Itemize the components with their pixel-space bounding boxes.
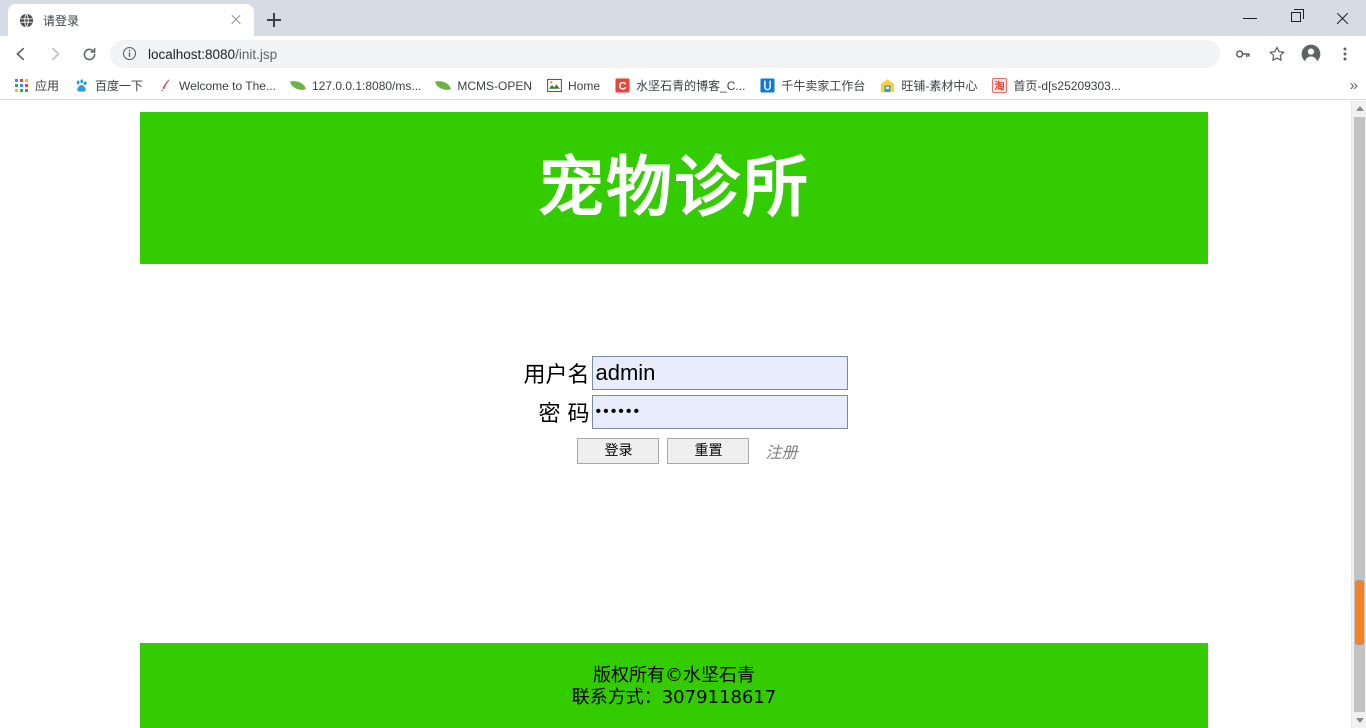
bookmark-welcome-to-the[interactable]: Welcome to The... [150, 75, 283, 97]
globe-icon [18, 12, 34, 28]
url-path: /init.jsp [235, 46, 278, 62]
register-link[interactable]: 注册 [765, 439, 797, 463]
three-dot-menu-icon[interactable] [1328, 37, 1362, 71]
page-viewport: 宠物诊所 用户名 密 码 登录 重置 注册 版权所有©水坚石青 [0, 101, 1366, 728]
baidu-paw-icon [73, 78, 89, 94]
bookmark-label: 水坚石青的博客_C... [636, 79, 746, 93]
site-footer: 版权所有©水坚石青 联系方式：3079118617 [140, 643, 1208, 728]
bookmark-csdn-blog[interactable]: C 水坚石青的博客_C... [607, 75, 752, 97]
bookmark-label: MCMS-OPEN [457, 78, 533, 93]
browser-tab[interactable]: 请登录 [8, 4, 254, 36]
url-text: localhost:8080/init.jsp [148, 47, 277, 62]
wangpu-icon [879, 78, 895, 94]
bookmark-mcms-open[interactable]: MCMS-OPEN [428, 75, 539, 97]
url-host: localhost:8080 [148, 46, 236, 62]
bookmark-label: 旺铺-素材中心 [901, 79, 978, 93]
apache-feather-icon [157, 78, 173, 94]
page-title: 宠物诊所 [538, 149, 810, 226]
close-icon[interactable] [228, 12, 244, 28]
username-input[interactable] [591, 356, 848, 390]
bookmark-label: 千牛卖家工作台 [781, 79, 866, 93]
bookmark-label: 应用 [35, 79, 60, 93]
close-icon[interactable] [1320, 0, 1366, 36]
bookmark-home[interactable]: Home [539, 75, 607, 97]
password-label: 密 码 [538, 402, 590, 427]
reset-button[interactable]: 重置 [667, 438, 750, 464]
tab-title: 请登录 [43, 13, 80, 28]
bookmark-apps[interactable]: 应用 [6, 75, 66, 97]
bookmarks-bar: 应用 百度一下 Welcome to The... 127.0.0.1:8080… [0, 72, 1366, 100]
toolbar-actions [1226, 37, 1362, 71]
password-input[interactable] [591, 395, 848, 429]
svg-text:C: C [618, 81, 626, 93]
form-actions: 登录 重置 注册 [577, 438, 798, 464]
apps-grid-icon [13, 78, 29, 94]
scroll-down-arrow-icon[interactable] [1352, 713, 1366, 728]
bookmark-label: 127.0.0.1:8080/ms... [311, 78, 422, 93]
login-form: 用户名 密 码 登录 重置 注册 [0, 356, 1351, 464]
address-bar[interactable]: localhost:8080/init.jsp [110, 40, 1220, 68]
key-icon[interactable] [1226, 37, 1260, 71]
site-banner: 宠物诊所 [140, 112, 1208, 264]
page-content: 宠物诊所 用户名 密 码 登录 重置 注册 版权所有©水坚石青 [0, 101, 1351, 728]
star-icon[interactable] [1260, 37, 1294, 71]
bookmark-127-0-0-1[interactable]: 127.0.0.1:8080/ms... [283, 75, 428, 97]
new-tab-button[interactable] [260, 6, 288, 34]
avatar-icon[interactable] [1294, 37, 1328, 71]
browser-toolbar: localhost:8080/init.jsp [0, 36, 1366, 72]
footer-copyright: 版权所有©水坚石青 [593, 665, 755, 686]
window-controls [1228, 0, 1366, 36]
scrollbar-track[interactable] [1354, 117, 1365, 712]
bookmark-qianniu[interactable]: 千牛卖家工作台 [752, 75, 872, 97]
forward-arrow-icon[interactable] [38, 37, 72, 71]
spring-leaf-icon [289, 78, 306, 94]
scrollbar-thumb[interactable] [1355, 580, 1364, 645]
bookmark-wangpu[interactable]: 旺铺-素材中心 [872, 75, 984, 97]
scroll-up-arrow-icon[interactable] [1352, 101, 1366, 116]
browser-window: 请登录 localhost:8080/init.jsp 应用 百度一下 Welc… [0, 0, 1366, 728]
spring-leaf-icon [435, 78, 452, 94]
svg-text:淘: 淘 [994, 79, 1004, 92]
info-circle-icon[interactable] [122, 46, 138, 62]
minimize-icon[interactable] [1228, 0, 1274, 36]
footer-contact: 联系方式：3079118617 [571, 687, 777, 708]
qianniu-icon [759, 78, 775, 94]
back-arrow-icon[interactable] [4, 37, 38, 71]
taobao-icon: 淘 [991, 78, 1007, 94]
page-scrollbar[interactable] [1351, 101, 1366, 728]
bookmark-label: 首页-d[s25209303... [1013, 79, 1121, 93]
username-row: 用户名 [504, 356, 848, 390]
maximize-icon[interactable] [1274, 0, 1320, 36]
password-row: 密 码 [504, 395, 848, 429]
bookmarks-overflow-button[interactable]: » [1350, 78, 1358, 93]
bookmark-label: 百度一下 [95, 79, 144, 93]
login-button[interactable]: 登录 [577, 438, 660, 464]
bookmark-label: Welcome to The... [179, 78, 276, 93]
bookmark-baidu[interactable]: 百度一下 [66, 75, 150, 97]
bookmark-taobao-home[interactable]: 淘 首页-d[s25209303... [984, 75, 1127, 97]
csdn-icon: C [614, 78, 630, 94]
tab-strip: 请登录 [0, 0, 1366, 36]
reload-icon[interactable] [72, 37, 106, 71]
image-icon [546, 78, 562, 94]
bookmark-label: Home [568, 78, 601, 93]
username-label: 用户名 [523, 363, 590, 388]
